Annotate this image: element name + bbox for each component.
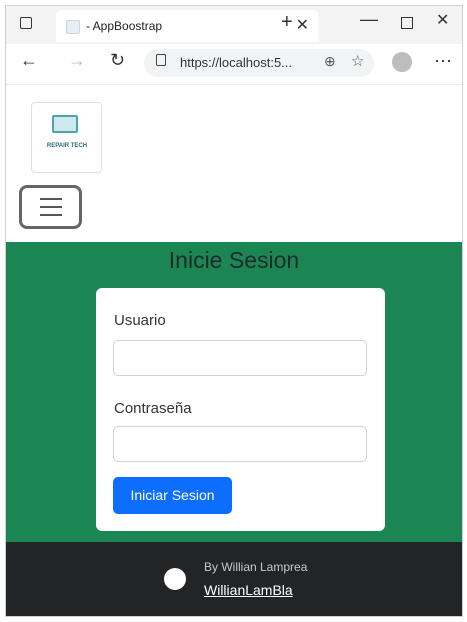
- footer: By Willian Lamprea WillianLamBla: [6, 542, 462, 616]
- window-menu-icon[interactable]: [20, 17, 32, 29]
- brand-logo[interactable]: REPAIR TECH: [31, 102, 102, 173]
- password-label: Contraseña: [114, 400, 192, 417]
- page-title: Inicie Sesion: [168, 247, 300, 273]
- zoom-icon[interactable]: ⊕: [324, 53, 336, 70]
- github-icon: [164, 568, 186, 590]
- new-tab-icon[interactable]: +: [281, 11, 293, 34]
- tab-favicon-icon: [66, 20, 80, 34]
- footer-github-link[interactable]: WillianLamBla: [204, 582, 293, 598]
- hamburger-icon-line: [40, 214, 62, 216]
- back-arrow-icon[interactable]: ←: [20, 50, 38, 71]
- address-bar[interactable]: https://localhost:5... ⊕ ☆: [144, 49, 374, 77]
- forward-arrow-icon[interactable]: →: [68, 50, 86, 71]
- logo-text: REPAIR TECH: [46, 143, 88, 149]
- profile-avatar-icon[interactable]: [392, 52, 412, 72]
- maximize-icon[interactable]: [401, 17, 413, 29]
- close-window-icon[interactable]: ✕: [436, 10, 449, 30]
- username-input[interactable]: [113, 340, 367, 376]
- browser-tab[interactable]: - AppBoostrap ✕: [56, 10, 319, 42]
- navbar-toggle-button[interactable]: [19, 185, 82, 229]
- title-bar: - AppBoostrap ✕ + — ✕: [6, 6, 462, 44]
- login-button[interactable]: Iniciar Sesion: [113, 477, 232, 514]
- browser-window: - AppBoostrap ✕ + — ✕ ← → ↻ https://loca…: [5, 5, 463, 617]
- password-input[interactable]: [113, 426, 367, 462]
- tab-title: - AppBoostrap: [86, 19, 163, 33]
- minimize-icon[interactable]: —: [360, 9, 378, 30]
- more-icon[interactable]: ⋯: [434, 51, 452, 72]
- logo-monitor-icon: [52, 115, 78, 133]
- lock-icon: [156, 54, 166, 66]
- browser-toolbar: ← → ↻ https://localhost:5... ⊕ ☆ ⋯: [6, 44, 462, 85]
- tab-close-icon[interactable]: ✕: [296, 15, 309, 35]
- hamburger-icon-line: [40, 206, 62, 208]
- hamburger-icon: [40, 198, 62, 200]
- refresh-icon[interactable]: ↻: [110, 50, 125, 71]
- favorites-icon[interactable]: ☆: [351, 52, 364, 70]
- footer-author: By Willian Lamprea: [204, 560, 308, 574]
- login-card: Usuario Contraseña Iniciar Sesion: [96, 288, 385, 531]
- url-text: https://localhost:5...: [180, 55, 293, 70]
- username-label: Usuario: [114, 312, 166, 329]
